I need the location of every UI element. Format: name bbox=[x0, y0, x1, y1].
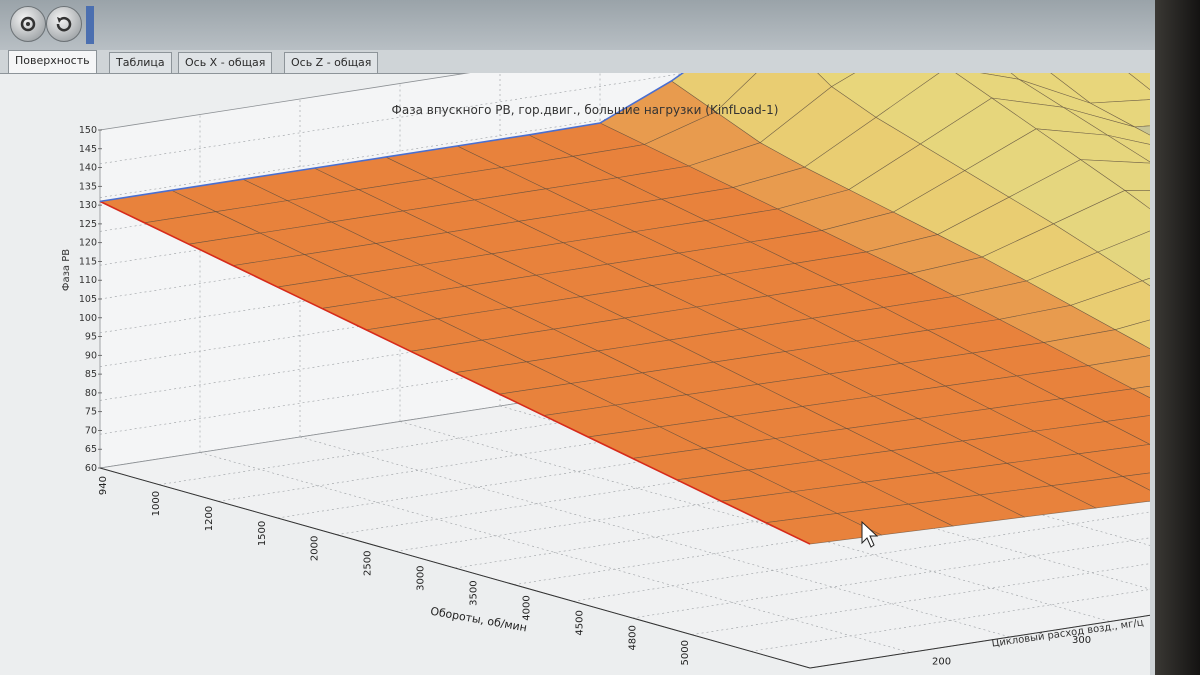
y-tick-label: 105 bbox=[79, 294, 97, 305]
chart-title: Фаза впускного РВ, гор.двиг., большие на… bbox=[392, 103, 779, 117]
y-tick-label: 65 bbox=[85, 444, 97, 455]
settings-button[interactable] bbox=[10, 6, 46, 42]
y-tick-label: 90 bbox=[85, 350, 97, 361]
y-tick-label: 140 bbox=[79, 163, 97, 174]
y-tick-label: 70 bbox=[85, 425, 97, 436]
y-tick-label: 120 bbox=[79, 238, 97, 249]
x-tick-label: 4800 bbox=[627, 625, 638, 650]
monitor-bezel bbox=[1155, 0, 1200, 675]
x-tick-label: 5000 bbox=[680, 640, 691, 665]
x-tick-label: 3500 bbox=[468, 580, 479, 605]
y-tick-label: 75 bbox=[85, 407, 97, 418]
z-tick-label: 200 bbox=[932, 657, 951, 668]
x-tick-label: 4500 bbox=[574, 610, 585, 635]
x-tick-label: 1000 bbox=[151, 491, 162, 516]
x-tick-label: 2000 bbox=[310, 536, 321, 561]
y-tick-label: 95 bbox=[85, 332, 97, 343]
y-tick-label: 85 bbox=[85, 369, 97, 380]
y-tick-label: 80 bbox=[85, 388, 97, 399]
tab-table[interactable]: Таблица bbox=[109, 52, 172, 73]
y-tick-label: 115 bbox=[79, 256, 97, 267]
x-tick-label: 1500 bbox=[257, 521, 268, 546]
x-tick-label: 1200 bbox=[204, 506, 215, 531]
toolbar bbox=[0, 0, 1155, 50]
app-window: Поверхность Таблица Ось X - общая Ось Z … bbox=[0, 0, 1155, 675]
y-tick-label: 145 bbox=[79, 144, 97, 155]
x-tick-label: 940 bbox=[98, 476, 109, 495]
x-tick-label: 3000 bbox=[416, 565, 427, 590]
refresh-icon bbox=[56, 17, 72, 32]
x-tick-label: 2500 bbox=[363, 551, 374, 576]
y-tick-label: 130 bbox=[79, 200, 97, 211]
y-tick-label: 110 bbox=[79, 275, 97, 286]
y-tick-label: 150 bbox=[79, 125, 97, 136]
y-tick-label: 125 bbox=[79, 219, 97, 230]
tab-axis-z[interactable]: Ось Z - общая bbox=[284, 52, 379, 73]
y-tick-label: 135 bbox=[79, 181, 97, 192]
x-axis-label: Обороты, об/мин bbox=[429, 605, 528, 635]
y-axis-label: Фаза РВ bbox=[61, 249, 72, 291]
toolbar-separator bbox=[86, 6, 94, 44]
surface-chart[interactable]: 150 145 140 135 130 125 120 115 110 105 100 95 90 85 8… bbox=[0, 73, 1150, 675]
y-tick-label: 100 bbox=[79, 313, 97, 324]
y-tick-label: 60 bbox=[85, 463, 97, 474]
tab-surface[interactable]: Поверхность bbox=[8, 50, 97, 73]
refresh-button[interactable] bbox=[46, 6, 82, 42]
x-tick-label: 4000 bbox=[521, 595, 532, 620]
settings-icon bbox=[20, 16, 36, 32]
tab-axis-x[interactable]: Ось X - общая bbox=[178, 52, 273, 73]
